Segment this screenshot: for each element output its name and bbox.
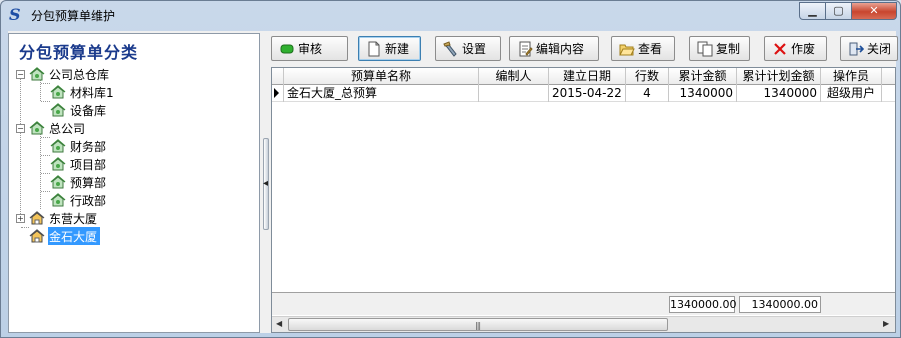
scroll-left-icon[interactable]: ◀ <box>276 319 282 328</box>
collapse-arrow-icon[interactable]: ◂ <box>263 178 268 189</box>
scroll-grip-icon: ||| <box>475 321 481 330</box>
expand-icon[interactable]: + <box>16 213 25 223</box>
cell-author[interactable] <box>479 85 549 102</box>
column-header-budget-name[interactable]: 预算单名称 <box>284 68 479 85</box>
settings-button[interactable]: 设置 <box>435 36 501 61</box>
client-area: 分包预算单分类 − 公司总仓库材料库1 设备库 − 总公司财务部项目部预算部行政部 + 东营… <box>8 31 898 333</box>
tree-item[interactable]: 财务部 <box>50 137 109 155</box>
column-header-created-date[interactable]: 建立日期 <box>549 68 626 85</box>
wrench-icon <box>443 40 459 57</box>
column-header-total-amount[interactable]: 累计金额 <box>669 68 737 85</box>
new-label: 新建 <box>385 42 410 56</box>
cell-total-amount[interactable]: 1340000 <box>669 85 737 102</box>
row-selector-header <box>272 68 284 85</box>
edit-document-icon <box>517 41 533 57</box>
collapse-icon[interactable]: − <box>16 69 25 79</box>
void-button[interactable]: 作废 <box>764 36 827 61</box>
building-icon <box>29 210 45 226</box>
view-button[interactable]: 查看 <box>611 36 675 61</box>
new-document-icon <box>366 41 382 57</box>
close-window-button[interactable]: ✕ <box>851 2 897 20</box>
edit-content-label: 编辑内容 <box>536 42 585 56</box>
category-panel: 分包预算单分类 − 公司总仓库材料库1 设备库 − 总公司财务部项目部预算部行政部 + 东营… <box>8 33 260 333</box>
cell-budget-name[interactable]: 金石大厦_总预算 <box>284 85 479 102</box>
view-label: 查看 <box>638 42 663 56</box>
folder-open-icon <box>619 41 635 57</box>
exit-icon <box>848 41 865 57</box>
tree-item[interactable]: 预算部 <box>50 173 109 191</box>
building-icon <box>29 228 45 244</box>
settings-label: 设置 <box>462 42 487 56</box>
branch-icon <box>50 192 66 208</box>
category-panel-title: 分包预算单分类 <box>19 43 139 62</box>
audit-button[interactable]: 审核 <box>271 36 348 61</box>
tree-item-label: 总公司 <box>49 122 86 136</box>
app-logo-icon: S <box>9 5 21 24</box>
window-title: 分包预算单维护 <box>31 9 116 23</box>
grid-header: 预算单名称 编制人 建立日期 行数 累计金额 累计计划金额 操作员 <box>272 68 895 85</box>
column-header-operator[interactable]: 操作员 <box>821 68 882 85</box>
tree-item[interactable]: 行政部 <box>50 191 109 209</box>
tree-item-label: 金石大厦 <box>48 227 101 245</box>
tree-item-label: 项目部 <box>70 158 107 172</box>
tree-item[interactable]: 材料库1 <box>50 83 117 101</box>
branch-icon <box>29 120 45 136</box>
minimize-button[interactable]: ▁ <box>799 2 826 20</box>
grid-footer: 1340000.00 1340000.00 <box>272 292 895 315</box>
tree-item[interactable]: − 公司总仓库 <box>16 65 112 83</box>
scroll-right-icon[interactable]: ▶ <box>883 319 889 328</box>
audit-label: 审核 <box>298 42 323 56</box>
tree-item[interactable]: 金石大厦 <box>16 227 101 245</box>
main-window: S 分包预算单维护 ▁ ▢ ✕ 分包预算单分类 − 公司总仓库材料库1 设备库 <box>0 0 901 338</box>
budget-grid: 预算单名称 编制人 建立日期 行数 累计金额 累计计划金额 操作员 金石大厦_总… <box>271 67 896 333</box>
column-header-row-count[interactable]: 行数 <box>626 68 669 85</box>
branch-icon <box>29 66 45 82</box>
tree-item[interactable]: 项目部 <box>50 155 109 173</box>
tree-item-label: 公司总仓库 <box>49 68 110 82</box>
branch-icon <box>50 84 66 100</box>
footer-total-amount: 1340000.00 <box>669 296 737 313</box>
copy-icon <box>697 41 713 57</box>
edit-content-button[interactable]: 编辑内容 <box>509 36 599 61</box>
cell-operator[interactable]: 超级用户 <box>821 85 882 102</box>
footer-planned-amount: 1340000.00 <box>739 296 821 313</box>
tree-item[interactable]: + 东营大厦 <box>16 209 100 227</box>
cell-planned-amount[interactable]: 1340000 <box>737 85 821 102</box>
cell-row-count[interactable]: 4 <box>626 85 669 102</box>
branch-icon <box>50 138 66 154</box>
branch-icon <box>50 102 66 118</box>
current-row-arrow-icon <box>274 88 279 98</box>
tree-item[interactable]: 设备库 <box>50 101 109 119</box>
tree-item[interactable]: − 总公司 <box>16 119 88 137</box>
row-indicator-cell <box>272 85 284 102</box>
panel-splitter[interactable]: ◂ <box>261 33 271 333</box>
tree-item-label: 材料库1 <box>70 86 114 100</box>
cell-created-date[interactable]: 2015-04-22 <box>549 85 626 102</box>
tree-item-label: 预算部 <box>70 176 107 190</box>
void-label: 作废 <box>791 42 816 56</box>
red-x-icon <box>772 41 788 57</box>
tree-item-label: 设备库 <box>70 104 107 118</box>
tree-item-label: 东营大厦 <box>49 212 98 226</box>
tree-item-label: 财务部 <box>70 140 107 154</box>
table-row[interactable]: 金石大厦_总预算 2015-04-22 4 1340000 1340000 超级… <box>272 85 895 102</box>
scroll-thumb[interactable]: ||| <box>288 318 668 331</box>
column-header-author[interactable]: 编制人 <box>479 68 549 85</box>
branch-icon <box>50 156 66 172</box>
tree-item-label: 行政部 <box>70 194 107 208</box>
title-bar[interactable]: S 分包预算单维护 ▁ ▢ ✕ <box>1 1 900 28</box>
column-header-planned-amount[interactable]: 累计计划金额 <box>737 68 821 85</box>
new-button[interactable]: 新建 <box>358 36 421 61</box>
horizontal-scrollbar[interactable]: ◀ ||| ▶ <box>272 316 895 332</box>
close-button[interactable]: 关闭 <box>840 36 898 61</box>
close-label: 关闭 <box>867 42 892 56</box>
budget-panel: 审核 新建 设置 编辑内容 查看 复制 作废 关闭 预算单名称 编制人 建立日期… <box>271 33 898 333</box>
toolbar: 审核 新建 设置 编辑内容 查看 复制 作废 关闭 <box>271 33 898 64</box>
collapse-icon[interactable]: − <box>16 123 25 133</box>
branch-icon <box>50 174 66 190</box>
maximize-button[interactable]: ▢ <box>825 2 852 20</box>
copy-label: 复制 <box>716 42 741 56</box>
audit-icon <box>279 41 295 57</box>
copy-button[interactable]: 复制 <box>689 36 750 61</box>
